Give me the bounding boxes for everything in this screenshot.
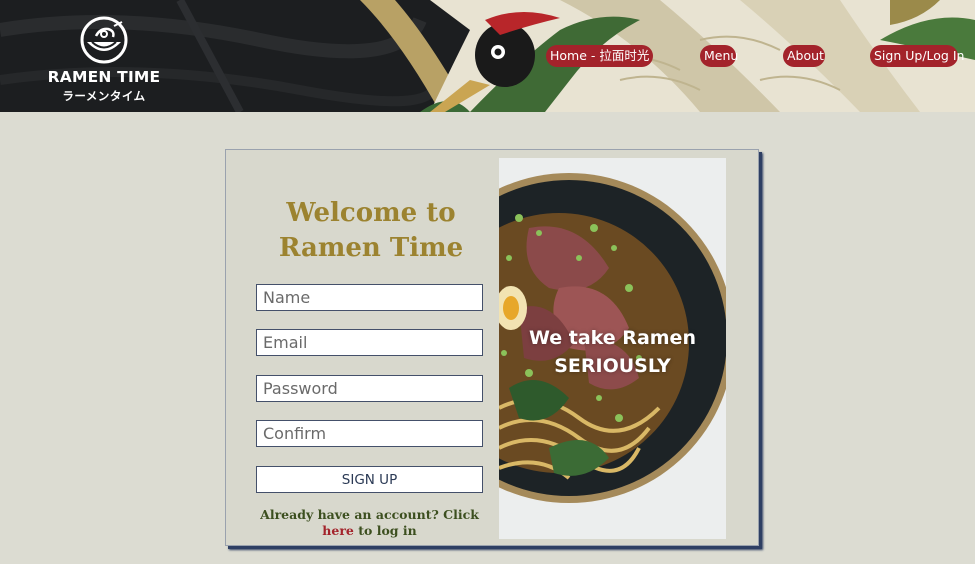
welcome-heading: Welcome to Ramen Time [246,196,496,266]
hero-tagline-line1: We take Ramen [529,327,696,349]
nav-menu-button[interactable]: Menu [700,45,738,67]
ramen-bowl-logo-icon [80,16,128,64]
welcome-heading-line2: Ramen Time [278,233,464,263]
email-input[interactable] [256,329,483,356]
ramen-photo: We take Ramen SERIOUSLY [499,158,726,539]
nav-about-button[interactable]: About [783,45,825,67]
signup-card: Welcome to Ramen Time SIGN UP Already ha… [225,149,759,546]
login-link[interactable]: here [322,523,354,538]
nav-signup-login-button[interactable]: Sign Up/Log In [870,45,964,67]
welcome-heading-line1: Welcome to [286,198,456,228]
brand-title: RAMEN TIME [47,68,161,86]
hero-tagline-line2: SERIOUSLY [554,355,671,377]
password-input[interactable] [256,375,483,402]
signup-form: Welcome to Ramen Time SIGN UP Already ha… [226,150,498,547]
login-prompt: Already have an account? Click here to l… [256,507,483,539]
brand-logo[interactable]: RAMEN TIME ラーメンタイム [40,14,168,106]
confirm-password-input[interactable] [256,420,483,447]
brand-subtitle: ラーメンタイム [62,89,146,103]
nav-home-button[interactable]: Home - 拉面时光 [546,45,653,67]
login-prompt-text: Already have an account? Click [260,507,479,522]
login-prompt-suffix: to log in [353,523,417,538]
hero-tagline: We take Ramen SERIOUSLY [499,324,726,380]
site-header: RAMEN TIME ラーメンタイム Home - 拉面时光 Menu Abou… [0,0,975,112]
signup-submit-button[interactable]: SIGN UP [256,466,483,493]
name-input[interactable] [256,284,483,311]
